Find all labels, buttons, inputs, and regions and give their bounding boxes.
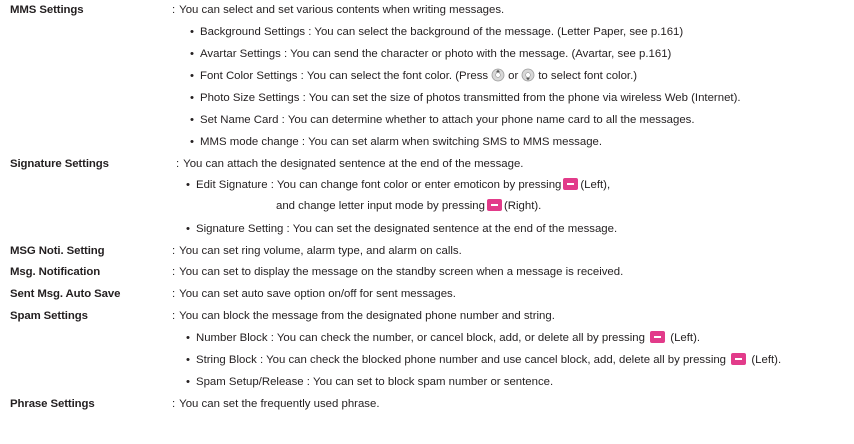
desc-spam-settings: : You can block the message from the desi… xyxy=(172,310,555,322)
soft-key-icon xyxy=(650,331,666,343)
bullet-icon: • xyxy=(190,92,194,104)
bullet-font-color-settings: • Font Color Settings : You can select th… xyxy=(0,66,854,86)
desc-msg-noti-setting: : You can set ring volume, alarm type, an… xyxy=(172,245,462,257)
entry-mms-settings: MMS Settings : You can select and set var… xyxy=(0,0,854,20)
desc-signature-settings: : You can attach the designated sentence … xyxy=(176,158,524,170)
desc-mms-settings: : You can select and set various contents… xyxy=(172,4,505,16)
term-msg-notification: Msg. Notification xyxy=(10,266,101,278)
entry-sent-msg-auto-save: Sent Msg. Auto Save : You can set auto sa… xyxy=(0,284,854,304)
bullet-photo-size-settings: • Photo Size Settings : You can set the s… xyxy=(0,88,854,108)
nav-key-up-icon xyxy=(491,68,505,82)
entry-phrase-settings: Phrase Settings : You can set the frequen… xyxy=(0,394,854,414)
desc-sent-msg-auto-save: : You can set auto save option on/off for… xyxy=(172,288,456,300)
soft-key-icon xyxy=(731,353,747,365)
bullet-set-name-card: • Set Name Card : You can determine wheth… xyxy=(0,110,854,130)
soft-key-icon xyxy=(563,178,579,190)
bullet-signature-setting: • Signature Setting : You can set the des… xyxy=(0,219,854,239)
bullet-icon: • xyxy=(190,48,194,60)
bullet-icon: • xyxy=(190,70,194,82)
bullet-icon: • xyxy=(186,179,190,191)
bullet-icon: • xyxy=(186,376,190,388)
entry-msg-notification: Msg. Notification : You can set to displa… xyxy=(0,262,854,282)
bullet-avartar-settings: • Avartar Settings : You can send the cha… xyxy=(0,44,854,64)
bullet-edit-signature: • Edit Signature : You can change font co… xyxy=(0,175,854,195)
term-sent-msg-auto-save: Sent Msg. Auto Save xyxy=(10,288,121,300)
bullet-icon: • xyxy=(186,223,190,235)
nav-key-down-icon xyxy=(521,68,535,82)
desc-msg-notification: : You can set to display the message on t… xyxy=(172,266,624,278)
bullet-number-block: • Number Block : You can check the number… xyxy=(0,328,854,348)
bullet-icon: • xyxy=(186,332,190,344)
bullet-icon: • xyxy=(186,354,190,366)
bullet-icon: • xyxy=(190,26,194,38)
entry-msg-noti-setting: MSG Noti. Setting : You can set ring volu… xyxy=(0,241,854,261)
bullet-icon: • xyxy=(190,136,194,148)
term-signature-settings: Signature Settings xyxy=(10,158,109,170)
bullet-mms-mode-change: • MMS mode change : You can set alarm whe… xyxy=(0,132,854,152)
entry-signature-settings: Signature Settings : You can attach the d… xyxy=(0,154,854,174)
desc-phrase-settings: : You can set the frequently used phrase. xyxy=(172,398,380,410)
bullet-background-settings: • Background Settings : You can select th… xyxy=(0,22,854,42)
term-mms-settings: MMS Settings xyxy=(10,4,84,16)
bullet-string-block: • String Block : You can check the blocke… xyxy=(0,350,854,370)
entry-spam-settings: Spam Settings : You can block the message… xyxy=(0,306,854,326)
bullet-icon: • xyxy=(190,114,194,126)
edit-signature-line2: and change letter input mode by pressing… xyxy=(276,199,542,212)
bullet-spam-setup-release: • Spam Setup/Release : You can set to blo… xyxy=(0,372,854,392)
term-phrase-settings: Phrase Settings xyxy=(10,398,95,410)
soft-key-icon xyxy=(486,199,502,211)
term-spam-settings: Spam Settings xyxy=(10,310,88,322)
term-msg-noti-setting: MSG Noti. Setting xyxy=(10,245,105,257)
